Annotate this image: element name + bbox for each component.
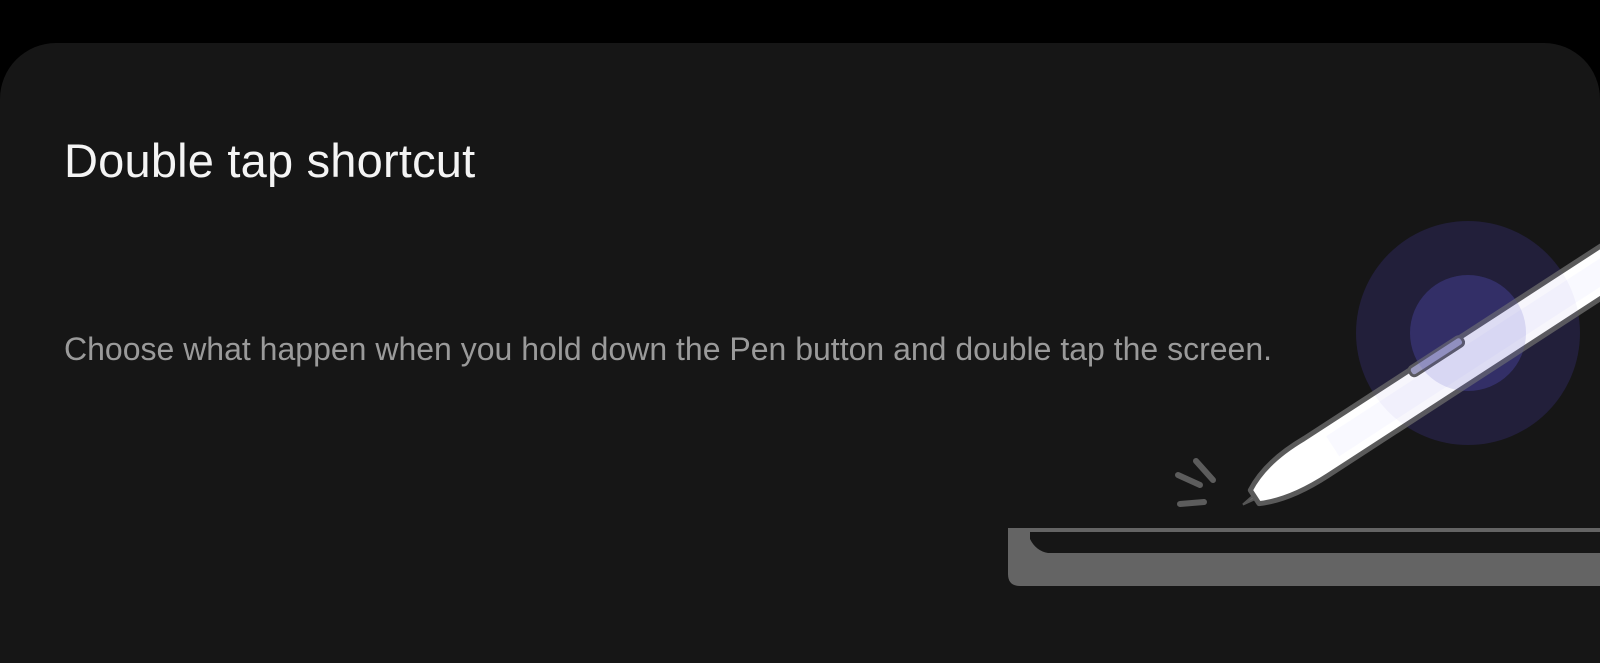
- tap-sparks-icon: [1175, 458, 1216, 507]
- page-title: Double tap shortcut: [64, 134, 476, 187]
- double-tap-shortcut-sheet: Double tap shortcut Choose what happen w…: [0, 43, 1600, 663]
- device-edge-icon: [1008, 528, 1600, 586]
- pen-tap-graphic: [1008, 221, 1600, 586]
- s-pen-double-tap-illustration: [1000, 213, 1600, 603]
